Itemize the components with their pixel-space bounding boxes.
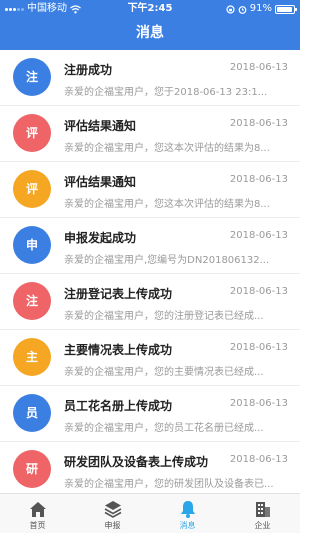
tab-bell[interactable]: 消息 <box>150 494 225 533</box>
layers-icon <box>103 499 123 519</box>
message-date: 2018-06-13 <box>229 286 288 297</box>
tab-label: 消息 <box>179 521 196 530</box>
message-preview: 亲爱的企福宝用户，您于2018-06-13 23:1... <box>64 87 268 98</box>
message-date: 2018-06-13 <box>229 174 288 185</box>
message-title: 评估结果通知 <box>64 119 137 133</box>
tab-home[interactable]: 首页 <box>0 494 75 533</box>
tab-layers[interactable]: 申报 <box>75 494 150 533</box>
message-preview: 亲爱的企福宝用户，您的研发团队及设备表已... <box>64 479 274 490</box>
message-badge: 评 <box>13 170 51 208</box>
message-list: 注 注册成功 2018-06-13 亲爱的企福宝用户，您于2018-06-13 … <box>0 50 300 493</box>
message-item[interactable]: 评 评估结果通知 2018-06-13 亲爱的企福宝用户，您这本次评估的结果为8… <box>0 162 300 218</box>
message-badge: 注 <box>13 58 51 96</box>
message-title: 注册登记表上传成功 <box>64 287 173 301</box>
tab-label: 申报 <box>104 521 121 530</box>
message-preview: 亲爱的企福宝用户，您这本次评估的结果为8... <box>64 199 270 210</box>
message-badge: 注 <box>13 282 51 320</box>
tab-building[interactable]: 企业 <box>225 494 300 533</box>
battery-percent: 91% <box>249 3 272 14</box>
message-preview: 亲爱的企福宝用户，您这本次评估的结果为8... <box>64 143 270 154</box>
message-date: 2018-06-13 <box>229 118 288 129</box>
bell-icon <box>178 499 198 519</box>
message-item[interactable]: 注 注册登记表上传成功 2018-06-13 亲爱的企福宝用户，您的注册登记表已… <box>0 274 300 330</box>
message-badge: 研 <box>13 450 51 488</box>
message-item[interactable]: 研 研发团队及设备表上传成功 2018-06-13 亲爱的企福宝用户，您的研发团… <box>0 442 300 493</box>
message-date: 2018-06-13 <box>229 62 288 73</box>
message-date: 2018-06-13 <box>229 398 288 409</box>
message-title: 注册成功 <box>64 63 113 77</box>
home-icon <box>28 499 48 519</box>
tab-bar: 首页 申报 消息 企业 <box>0 493 300 533</box>
message-preview: 亲爱的企福宝用户，您的主要情况表已经成... <box>64 367 264 378</box>
message-title: 申报发起成功 <box>64 231 137 245</box>
message-preview: 亲爱的企福宝用户,您编号为DN201806132... <box>64 255 270 266</box>
building-icon <box>253 499 273 519</box>
tab-label: 首页 <box>29 521 46 530</box>
message-item[interactable]: 评 评估结果通知 2018-06-13 亲爱的企福宝用户，您这本次评估的结果为8… <box>0 106 300 162</box>
rotation-lock-icon <box>226 4 235 14</box>
page-title: 消息 <box>136 25 164 41</box>
message-item[interactable]: 申 申报发起成功 2018-06-13 亲爱的企福宝用户,您编号为DN20180… <box>0 218 300 274</box>
message-title: 主要情况表上传成功 <box>64 343 173 357</box>
battery-icon <box>275 4 297 14</box>
message-preview: 亲爱的企福宝用户，您的注册登记表已经成... <box>64 311 264 322</box>
message-preview: 亲爱的企福宝用户，您的员工花名册已经成... <box>64 423 264 434</box>
message-item[interactable]: 注 注册成功 2018-06-13 亲爱的企福宝用户，您于2018-06-13 … <box>0 50 300 106</box>
message-badge: 申 <box>13 226 51 264</box>
message-title: 研发团队及设备表上传成功 <box>64 455 209 469</box>
status-bar: 中国移动 下午2:45 91% <box>0 0 300 18</box>
message-date: 2018-06-13 <box>229 230 288 241</box>
message-title: 员工花名册上传成功 <box>64 399 173 413</box>
message-date: 2018-06-13 <box>229 342 288 353</box>
message-item[interactable]: 员 员工花名册上传成功 2018-06-13 亲爱的企福宝用户，您的员工花名册已… <box>0 386 300 442</box>
message-item[interactable]: 主 主要情况表上传成功 2018-06-13 亲爱的企福宝用户，您的主要情况表已… <box>0 330 300 386</box>
message-badge: 员 <box>13 394 51 432</box>
message-badge: 评 <box>13 114 51 152</box>
message-badge: 主 <box>13 338 51 376</box>
header: 中国移动 下午2:45 91% 消息 <box>0 0 300 50</box>
tab-label: 企业 <box>254 521 271 530</box>
message-date: 2018-06-13 <box>229 454 288 465</box>
message-title: 评估结果通知 <box>64 175 137 189</box>
alarm-icon <box>238 5 247 14</box>
